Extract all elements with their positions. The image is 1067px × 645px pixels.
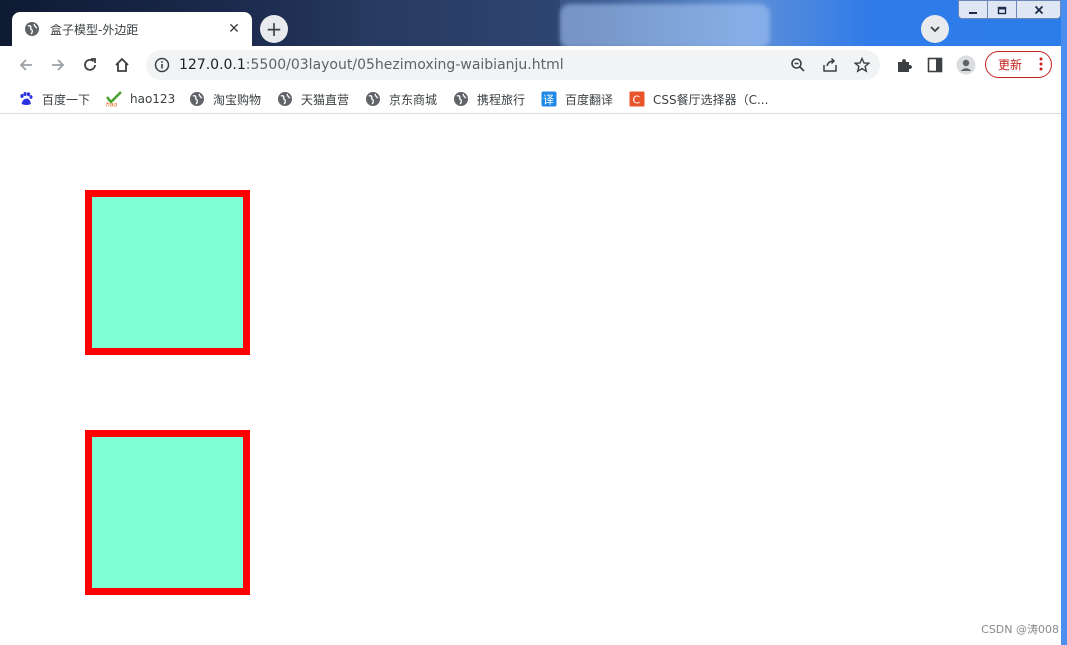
browser-toolbar: 127.0.0.1:5500/03layout/05hezimoxing-wai… <box>0 46 1067 84</box>
puzzle-icon <box>898 59 912 72</box>
bookmark-star-icon[interactable] <box>853 56 871 74</box>
bookmark-label: hao123 <box>130 92 176 106</box>
arrow-right-icon <box>52 59 65 71</box>
bookmark-baidu-translate[interactable]: 译 百度翻译 <box>541 88 613 110</box>
forward-button[interactable] <box>46 53 70 77</box>
back-button[interactable] <box>14 53 38 77</box>
avatar-icon <box>956 55 976 75</box>
bookmark-label: 百度翻译 <box>565 92 614 107</box>
svg-text:hao: hao <box>106 102 117 108</box>
bookmarks-bar: 百度一下 hao hao123 淘宝购物 天猫直营 京东商城 携程旅行 译 百度 <box>0 84 1067 114</box>
globe-icon <box>365 91 381 107</box>
hao123-icon: hao <box>106 91 122 107</box>
bookmark-jd[interactable]: 京东商城 <box>365 88 437 110</box>
page-viewport <box>0 115 1061 645</box>
browser-tab-active[interactable]: 盒子模型-外边距 ✕ <box>12 12 252 46</box>
baidu-paw-icon <box>18 91 34 107</box>
bookmark-tmall[interactable]: 天猫直营 <box>277 88 349 110</box>
reload-button[interactable] <box>78 53 102 77</box>
tab-close-icon[interactable]: ✕ <box>226 21 242 37</box>
globe-icon <box>277 91 293 107</box>
bookmark-label: CSS餐厅选择器（C... <box>653 92 769 107</box>
desktop-background <box>360 0 560 46</box>
home-icon <box>115 57 129 72</box>
close-icon <box>1034 5 1043 14</box>
window-maximize-button[interactable] <box>987 0 1017 19</box>
bookmark-css-diner[interactable]: C CSS餐厅选择器（C... <box>629 88 768 110</box>
profile-button[interactable] <box>954 53 978 77</box>
minimize-icon <box>969 11 977 14</box>
margin-demo-box-1 <box>85 190 250 355</box>
css-c-icon: C <box>629 91 645 107</box>
globe-icon <box>189 91 205 107</box>
svg-text:译: 译 <box>543 94 554 107</box>
zoom-icon[interactable] <box>789 56 807 74</box>
globe-icon <box>25 22 39 36</box>
bookmark-label: 天猫直营 <box>301 92 350 107</box>
update-button[interactable]: 更新 <box>985 51 1052 78</box>
address-bar[interactable]: 127.0.0.1:5500/03layout/05hezimoxing-wai… <box>146 50 880 80</box>
extensions-button[interactable] <box>892 53 916 77</box>
csdn-watermark: CSDN @涛008 <box>981 623 1059 636</box>
restore-icon <box>997 6 1007 14</box>
bookmark-label: 携程旅行 <box>477 92 526 107</box>
window-right-edge <box>1061 0 1067 645</box>
more-menu-icon[interactable] <box>1039 57 1043 71</box>
home-button[interactable] <box>110 53 134 77</box>
new-tab-button[interactable]: + <box>260 15 288 43</box>
update-button-label: 更新 <box>998 58 1023 72</box>
url-host: 127.0.0.1 <box>179 57 246 73</box>
bookmark-label: 百度一下 <box>42 92 91 107</box>
share-icon[interactable] <box>821 56 839 74</box>
bookmark-baidu[interactable]: 百度一下 <box>18 88 90 110</box>
address-url[interactable]: 127.0.0.1:5500/03layout/05hezimoxing-wai… <box>179 57 564 73</box>
svg-text:C: C <box>633 94 641 107</box>
desktop-background-highlight <box>560 4 770 46</box>
globe-icon <box>453 91 469 107</box>
tab-title: 盒子模型-外边距 <box>50 22 139 37</box>
bookmark-taobao[interactable]: 淘宝购物 <box>189 88 261 110</box>
side-panel-icon <box>927 57 943 73</box>
margin-demo-box-2 <box>85 430 250 595</box>
window-minimize-button[interactable] <box>958 0 988 19</box>
tab-search-button[interactable] <box>921 15 949 43</box>
bookmark-label: 京东商城 <box>389 92 438 107</box>
arrow-left-icon <box>19 59 32 71</box>
url-path: :5500/03layout/05hezimoxing-waibianju.ht… <box>245 57 564 73</box>
window-close-button[interactable] <box>1016 0 1061 19</box>
translate-icon: 译 <box>541 91 557 107</box>
bookmark-ctrip[interactable]: 携程旅行 <box>453 88 525 110</box>
bookmark-hao123[interactable]: hao hao123 <box>106 88 175 110</box>
bookmark-label: 淘宝购物 <box>213 92 262 107</box>
reload-icon <box>84 58 96 71</box>
site-info-icon[interactable] <box>154 57 170 73</box>
chevron-down-icon <box>930 26 940 33</box>
side-panel-button[interactable] <box>923 53 947 77</box>
browser-title-bar: 盒子模型-外边距 ✕ + <box>0 0 1067 46</box>
